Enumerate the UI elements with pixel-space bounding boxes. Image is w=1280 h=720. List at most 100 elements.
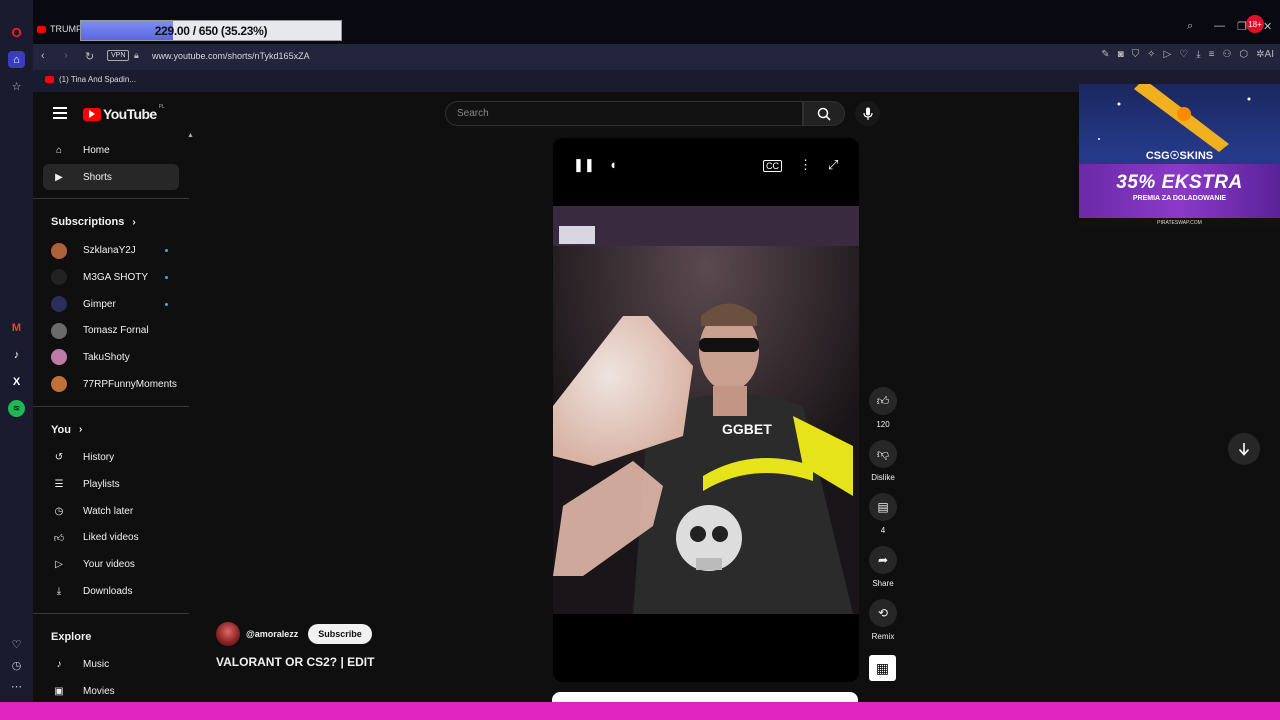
download-icon[interactable]: ⤓: [1196, 49, 1200, 60]
menu-hamburger-icon[interactable]: [53, 107, 67, 119]
ad-footer: PIRATESWAP.COM: [1079, 218, 1280, 228]
sound-thumbnail[interactable]: ▦: [869, 655, 896, 681]
shorts-icon: ▶: [55, 171, 63, 183]
favorites-icon[interactable]: ♡: [1179, 49, 1188, 60]
like-button[interactable]: 👍︎: [869, 387, 897, 415]
comments-button[interactable]: ▤: [869, 493, 897, 521]
thumbs-down-icon: 👎︎: [876, 446, 890, 461]
sidebar-item-watch-later[interactable]: ◷ Watch later: [33, 498, 189, 525]
badge-icon: 18+: [1246, 15, 1264, 33]
share-action: ➦ Share: [869, 546, 897, 588]
subscription-item[interactable]: Gimper: [33, 291, 189, 318]
clock-icon[interactable]: ◷: [8, 657, 25, 674]
dislike-label: Dislike: [871, 473, 895, 482]
lock-icon[interactable]: 🔒︎: [134, 50, 139, 61]
vpn-badge[interactable]: VPN: [107, 50, 130, 61]
player-icon[interactable]: ▷: [1164, 49, 1172, 60]
tiktok-icon[interactable]: ♪: [8, 346, 25, 363]
shield-icon[interactable]: ⛉: [1132, 49, 1140, 60]
chevron-right-icon: ›: [132, 216, 136, 228]
remix-button[interactable]: ⟲: [869, 599, 897, 627]
subscription-item[interactable]: M3GA SHOTY: [33, 264, 189, 291]
subscription-label: Gimper: [83, 298, 116, 310]
sidebar-item-shorts[interactable]: ▶ Shorts: [43, 163, 179, 191]
remix-label: Remix: [871, 632, 895, 641]
subscription-label: TakuShoty: [83, 351, 130, 363]
sidebar-item-music[interactable]: ♪ Music: [33, 652, 189, 679]
captions-icon[interactable]: CC: [763, 160, 782, 172]
dislike-button[interactable]: 👎︎: [869, 440, 897, 468]
opera-logo-icon[interactable]: O: [8, 24, 25, 41]
subscription-item[interactable]: 77RPFunnyMoments: [33, 371, 189, 398]
forward-icon[interactable]: ›: [64, 50, 68, 62]
subscription-item[interactable]: TakuShoty: [33, 344, 189, 371]
subscription-item[interactable]: Tomasz Fornal: [33, 317, 189, 344]
avatar[interactable]: [216, 622, 240, 646]
watch-later-icon: ◷: [54, 505, 64, 517]
thumbs-up-icon: 👍︎: [876, 393, 890, 408]
subscription-label: M3GA SHOTY: [83, 271, 149, 283]
youtube-logo[interactable]: YouTube PL: [83, 104, 165, 122]
subscription-label: SzklanaY2J: [83, 245, 136, 257]
comments-action: ▤ 4: [869, 493, 897, 535]
subscribe-button[interactable]: Subscribe: [308, 624, 372, 644]
fullscreen-icon[interactable]: ⤢: [828, 157, 838, 173]
camera-icon[interactable]: ◙: [1118, 49, 1124, 60]
x-icon[interactable]: X: [8, 373, 25, 390]
bookmark-item[interactable]: (1) Tina And Spadin...: [45, 75, 136, 84]
url-field[interactable]: www.youtube.com/shorts/nTykd165xZA: [152, 51, 310, 61]
search-input[interactable]: Search: [445, 101, 803, 126]
sidebar-item-label: Playlists: [83, 479, 120, 491]
more-options-icon[interactable]: ⋮: [799, 157, 812, 173]
edit-icon[interactable]: ✎: [1101, 49, 1109, 60]
sidebar-item-liked-videos[interactable]: 👍︎ Liked videos: [33, 525, 189, 552]
back-icon[interactable]: ‹: [41, 50, 45, 62]
speed-dial-icon[interactable]: ⌂: [8, 51, 25, 68]
close-icon[interactable]: ✕: [1263, 20, 1272, 33]
extension-icon[interactable]: ✧: [1147, 49, 1155, 60]
aria-label: AI: [1264, 49, 1274, 60]
search-button[interactable]: [803, 101, 845, 126]
sidebar-item-home[interactable]: ⌂ Home: [33, 137, 189, 164]
movies-icon: ▣: [54, 686, 64, 698]
search-tabs-icon[interactable]: ⌕: [1187, 20, 1193, 33]
main-section: ⌂ Home ▶ Shorts: [33, 137, 189, 191]
channel-name[interactable]: @amoralezz: [246, 629, 298, 639]
country-code: PL: [158, 104, 165, 110]
pause-icon[interactable]: ❚❚: [573, 157, 595, 173]
divider: [33, 612, 189, 614]
volume-icon[interactable]: ◖: [609, 157, 617, 172]
pinboard-icon[interactable]: ☆: [8, 78, 25, 95]
reload-icon[interactable]: ↻: [85, 50, 94, 63]
more-icon[interactable]: ⋯: [8, 678, 25, 695]
tab-title: TRUMP: [50, 24, 82, 34]
you-header[interactable]: You ›: [33, 415, 189, 445]
sidebar-item-label: Downloads: [83, 585, 133, 597]
spotify-icon[interactable]: ≋: [8, 400, 25, 417]
share-button[interactable]: ➦: [869, 546, 897, 574]
guide-sidebar: ⌂ Home ▶ Shorts Subscriptions › SzklanaY2J M3…: [33, 137, 189, 702]
tab[interactable]: TRUMP: [37, 21, 82, 37]
sidebar-item-your-videos[interactable]: ▷ Your videos: [33, 551, 189, 578]
shorts-player[interactable]: ❚❚ ◖ CC ⋮ ⤢ GGBET: [553, 138, 859, 682]
minimize-icon[interactable]: —: [1214, 20, 1225, 32]
profile-icon[interactable]: ⚇: [1222, 49, 1231, 60]
sidebar-item-downloads[interactable]: ⤓ Downloads: [33, 578, 189, 605]
cube-icon[interactable]: ⬡: [1239, 49, 1248, 60]
heart-icon[interactable]: ♡: [8, 636, 25, 653]
sidebar-item-movies[interactable]: ▣ Movies: [33, 678, 189, 702]
progress-text: 229.00 / 650 (35.23%): [154, 23, 268, 38]
explore-header: Explore: [33, 622, 189, 652]
ad-banner[interactable]: CSG☉SKINS 35% EKSTRA PREMIA ZA DOLADOWAN…: [1079, 84, 1280, 228]
video-title[interactable]: VALORANT OR CS2? | EDIT: [216, 655, 374, 669]
sidebar-item-label: Your videos: [83, 559, 135, 571]
gmail-icon[interactable]: M: [8, 319, 25, 336]
subscriptions-header[interactable]: Subscriptions ›: [33, 207, 189, 237]
sidebar-item-history[interactable]: ↺ History: [33, 445, 189, 472]
aria-button[interactable]: ✲AI: [1256, 49, 1274, 60]
sidebar-item-playlists[interactable]: ☰ Playlists: [33, 471, 189, 498]
subscription-item[interactable]: SzklanaY2J: [33, 237, 189, 264]
voice-search-button[interactable]: [855, 101, 880, 126]
next-video-button[interactable]: [1228, 433, 1260, 465]
menu-icon[interactable]: ≡: [1209, 49, 1215, 60]
